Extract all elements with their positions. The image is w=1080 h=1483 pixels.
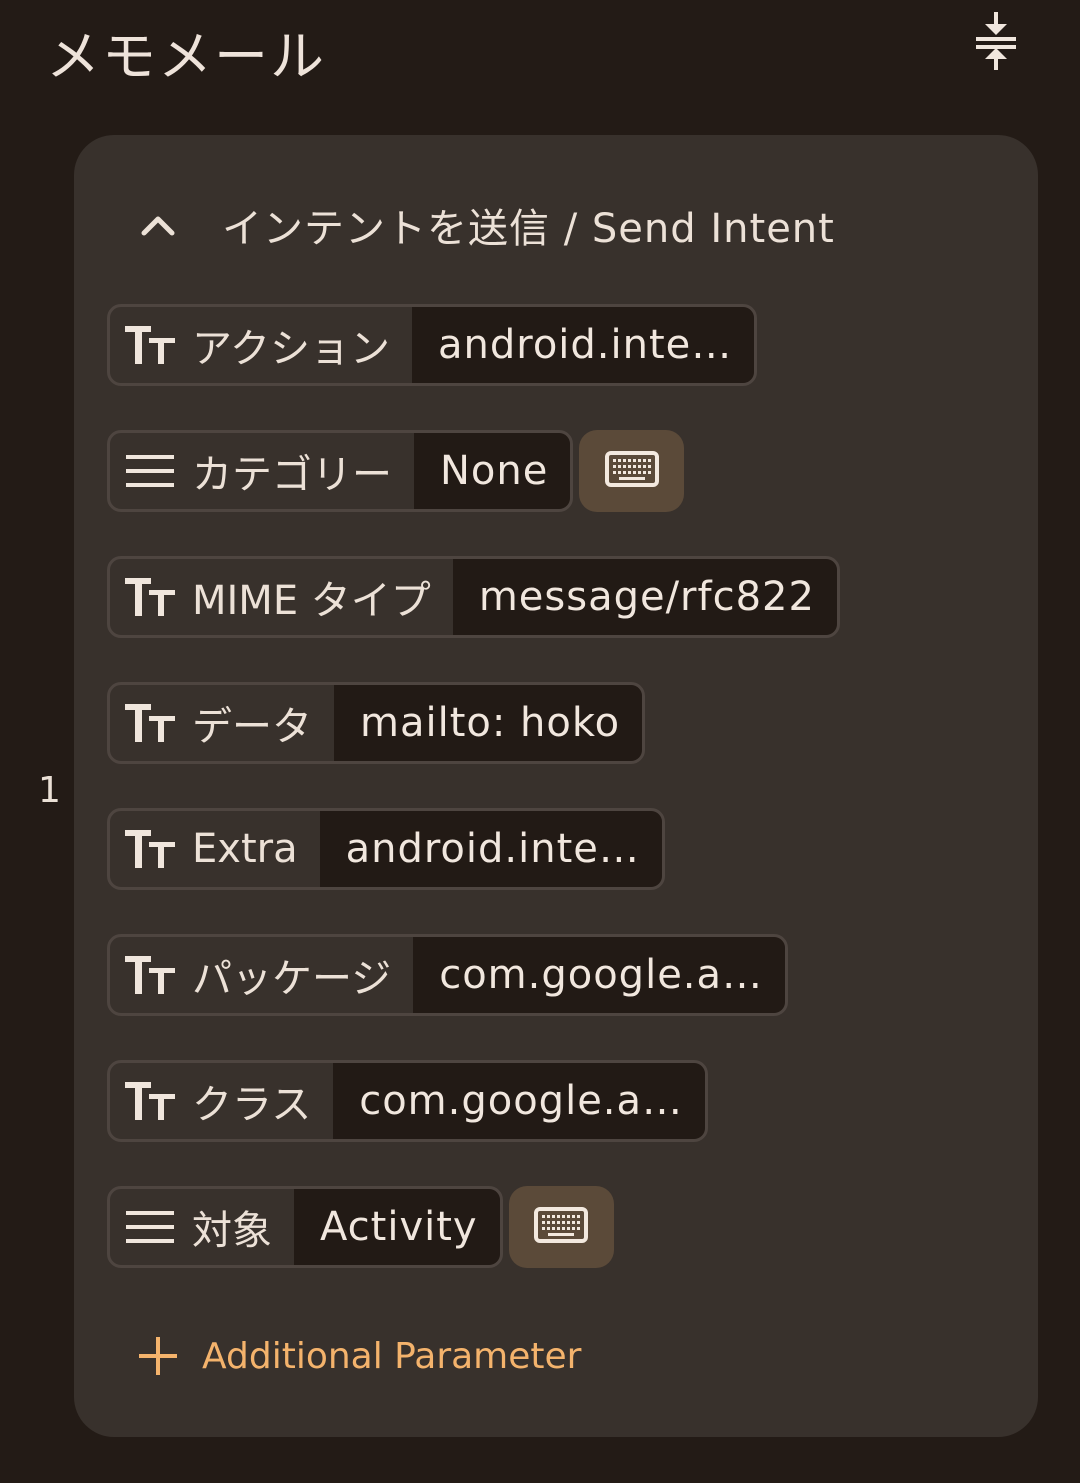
card-header[interactable]: インテントを送信 / Send Intent [130, 190, 835, 260]
param-label-area: アクション [110, 307, 412, 383]
chevron-up-icon [130, 197, 186, 253]
param-label: アクション [192, 326, 390, 372]
param-chip[interactable]: パッケージ com.google.a… [107, 934, 789, 1016]
param-row: クラス com.google.a… [107, 1060, 709, 1142]
param-row: アクション android.inte… [107, 304, 758, 386]
param-value[interactable]: com.google.a… [333, 1063, 706, 1139]
param-label-area: Extra [110, 811, 320, 887]
vertical-collapse-icon [976, 12, 1016, 70]
param-label-area: MIME タイプ [110, 559, 453, 635]
param-value[interactable]: None [414, 433, 571, 509]
param-label-area: データ [110, 685, 334, 761]
text-type-icon [124, 826, 178, 872]
keyboard-input-button[interactable] [579, 430, 685, 512]
add-parameter-label: Additional Parameter [202, 1335, 582, 1377]
param-chip[interactable]: クラス com.google.a… [107, 1060, 709, 1142]
param-label: データ [192, 704, 312, 750]
param-label-area: パッケージ [110, 937, 413, 1013]
param-label-area: 対象 [110, 1189, 294, 1265]
param-chip[interactable]: 対象 Activity [107, 1186, 503, 1268]
add-parameter-button[interactable]: Additional Parameter [136, 1328, 581, 1384]
param-label: MIME タイプ [192, 578, 431, 624]
param-label-area: クラス [110, 1063, 333, 1139]
param-chip[interactable]: カテゴリー None [107, 430, 574, 512]
param-row: MIME タイプ message/rfc822 [107, 556, 840, 638]
app-screen: メモメール 1 インテントを送信 / Send Intent アクション andr… [0, 0, 1080, 1483]
text-type-icon [124, 1078, 178, 1124]
text-type-icon [124, 952, 178, 998]
param-row: 対象 Activity [107, 1186, 614, 1268]
param-value[interactable]: com.google.a… [413, 937, 786, 1013]
plus-icon [139, 1337, 177, 1375]
param-value[interactable]: android.inte… [319, 811, 662, 887]
param-row: パッケージ com.google.a… [107, 934, 789, 1016]
text-type-icon [124, 700, 178, 746]
param-label: Extra [192, 826, 298, 872]
card-title: インテントを送信 / Send Intent [222, 206, 835, 252]
param-value[interactable]: Activity [294, 1189, 500, 1265]
param-label: カテゴリー [192, 452, 392, 498]
keyboard-input-button[interactable] [508, 1186, 614, 1268]
keyboard-icon [534, 1207, 589, 1247]
text-type-icon [124, 574, 178, 620]
page-title: メモメール [46, 25, 326, 88]
list-menu-icon [124, 448, 178, 494]
param-value[interactable]: mailto: hoko [334, 685, 643, 761]
param-label: クラス [192, 1082, 312, 1128]
param-label: 対象 [192, 1208, 272, 1254]
line-number: 1 [38, 770, 61, 811]
param-row: データ mailto: hoko [107, 682, 646, 764]
param-label-area: カテゴリー [110, 433, 414, 509]
param-chip[interactable]: アクション android.inte… [107, 304, 758, 386]
collapse-all-button[interactable] [966, 10, 1026, 72]
text-type-icon [124, 322, 178, 368]
param-row: カテゴリー None [107, 430, 685, 512]
param-label: パッケージ [192, 956, 392, 1002]
param-value[interactable]: message/rfc822 [452, 559, 837, 635]
param-row: Extra android.inte… [107, 808, 665, 890]
list-menu-icon [124, 1204, 178, 1250]
param-chip[interactable]: データ mailto: hoko [107, 682, 646, 764]
keyboard-icon [604, 451, 659, 491]
param-value[interactable]: android.inte… [412, 307, 755, 383]
param-chip[interactable]: MIME タイプ message/rfc822 [107, 556, 840, 638]
param-chip[interactable]: Extra android.inte… [107, 808, 665, 890]
